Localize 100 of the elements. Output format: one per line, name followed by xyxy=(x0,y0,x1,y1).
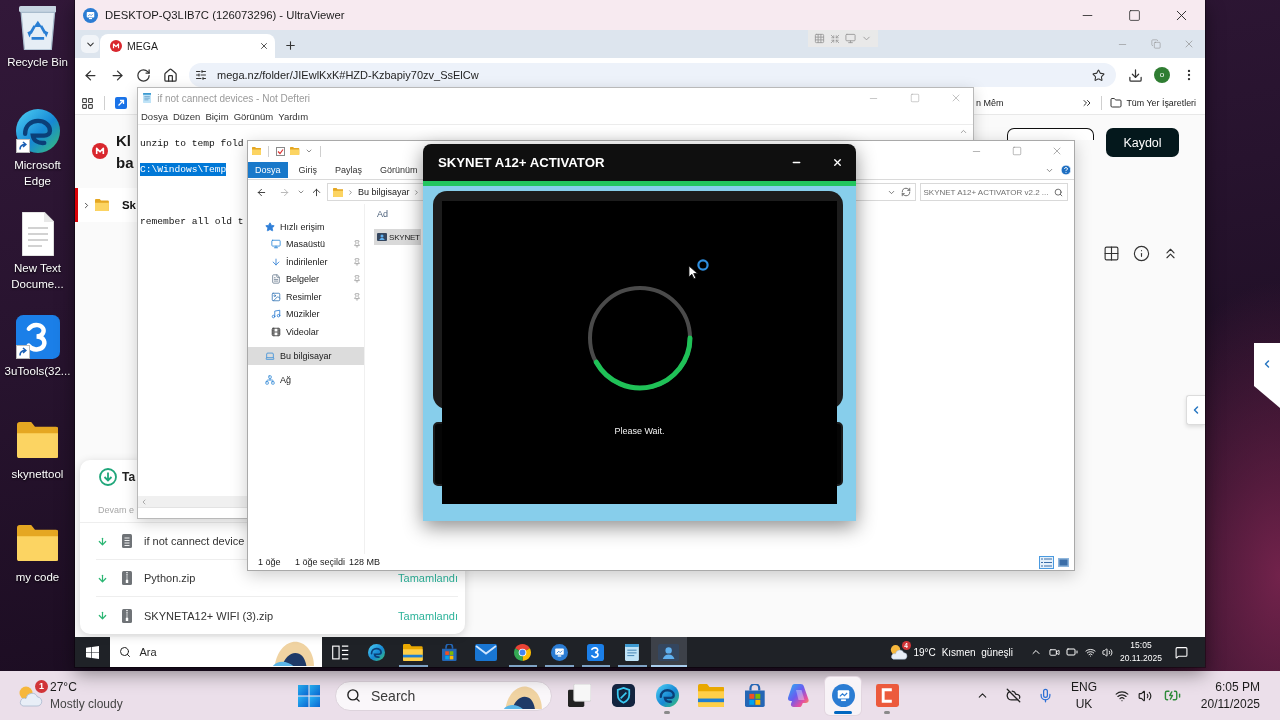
envelope-icon xyxy=(475,643,498,661)
download-arrow-icon xyxy=(271,256,281,267)
forward-icon[interactable] xyxy=(109,67,125,83)
reload-icon[interactable] xyxy=(136,67,151,83)
menu-item[interactable]: Yardım xyxy=(278,110,309,122)
plus-icon[interactable] xyxy=(284,39,297,52)
download-icon[interactable] xyxy=(1127,67,1143,83)
nav-item[interactable]: Ağ xyxy=(248,371,364,389)
nav-item[interactable]: İndirilenler xyxy=(248,253,364,271)
menu-item[interactable]: Biçim xyxy=(205,110,229,122)
home-icon[interactable] xyxy=(162,67,178,83)
caret-down-icon[interactable] xyxy=(304,147,313,155)
monitor-circle-icon xyxy=(550,643,568,661)
battery-icon[interactable] xyxy=(1066,646,1078,658)
recycle-bin-icon xyxy=(18,6,57,50)
stacked-squares-icon xyxy=(567,684,591,707)
bookmark-item[interactable]: n Mêm xyxy=(976,98,1004,108)
folder-icon xyxy=(252,147,262,155)
nav-item[interactable]: Resimler xyxy=(248,288,364,306)
zip-file-icon xyxy=(122,571,132,585)
clock[interactable]: 15:05 20.11.2025 xyxy=(1120,637,1162,667)
search-field[interactable]: SKYNET A12+ ACTIVATOR v2.2 ... xyxy=(919,183,1068,201)
view-button[interactable] xyxy=(1039,555,1054,569)
folder-icon xyxy=(95,199,109,211)
close-icon[interactable] xyxy=(831,157,843,168)
volume-icon[interactable] xyxy=(1138,688,1152,703)
cloud-off-icon[interactable] xyxy=(1006,688,1021,703)
menu-item[interactable]: Düzen xyxy=(172,110,201,122)
ribbon-tab[interactable]: Dosya xyxy=(248,162,288,178)
caret-down-icon[interactable] xyxy=(297,188,305,196)
checkbox-icon[interactable] xyxy=(276,146,286,156)
breadcrumb-item[interactable]: Bu bilgisayar xyxy=(357,187,410,197)
folder-icon xyxy=(332,187,343,197)
microphone-icon[interactable] xyxy=(1037,688,1053,703)
desktop-shortcut[interactable]: 3uTools(32... xyxy=(0,309,75,412)
desktop-shortcut[interactable]: New Text Docume... xyxy=(0,206,75,309)
menu-item[interactable]: Dosya xyxy=(141,110,168,122)
refresh-icon[interactable] xyxy=(900,187,911,197)
back-icon[interactable] xyxy=(255,186,267,198)
start-icon[interactable] xyxy=(298,684,320,707)
desktop-shortcut[interactable]: Recycle Bin xyxy=(0,0,75,103)
signup-button[interactable]: Kaydol xyxy=(1106,128,1179,157)
apps-icon[interactable] xyxy=(81,96,94,110)
ribbon-tab[interactable]: Paylaş xyxy=(328,162,370,178)
download-arrow-icon xyxy=(97,610,108,621)
help-icon[interactable] xyxy=(1060,164,1072,176)
ribbon-tab[interactable]: Giriş xyxy=(291,162,324,178)
login-button[interactable] xyxy=(1007,128,1094,140)
arrow-tile-icon[interactable] xyxy=(115,97,127,109)
wifi-icon[interactable] xyxy=(1115,688,1129,703)
laptop-icon xyxy=(265,350,275,361)
maximize-icon[interactable] xyxy=(1128,8,1141,22)
film-icon xyxy=(271,326,281,337)
nav-item[interactable]: Belgeler xyxy=(248,270,364,288)
sliders-icon[interactable] xyxy=(195,69,207,81)
download-status: Tamamlandı xyxy=(398,572,458,584)
tab-list-button[interactable] xyxy=(81,35,99,53)
notepad-icon xyxy=(143,93,152,103)
star-icon xyxy=(265,221,275,232)
search-field[interactable]: Search xyxy=(335,680,552,711)
column-header[interactable]: Ad xyxy=(373,204,392,224)
profile-button[interactable]: o xyxy=(1154,67,1170,83)
up-icon[interactable] xyxy=(310,186,322,198)
nav-item[interactable]: Masaüstü xyxy=(248,235,364,253)
volume-icon[interactable] xyxy=(1101,646,1113,658)
nav-item[interactable]: Müzikler xyxy=(248,305,364,323)
selection-size: 128 MB xyxy=(349,557,381,567)
menu-item[interactable]: Görünüm xyxy=(233,110,274,122)
star-icon[interactable] xyxy=(1092,68,1105,82)
notification-icon[interactable] xyxy=(1174,645,1188,659)
large-icons-view-icon xyxy=(1058,557,1069,567)
grid-view-icon[interactable] xyxy=(1103,245,1120,262)
language-indicator[interactable]: ENG UK xyxy=(1066,678,1102,713)
back-icon[interactable] xyxy=(83,67,98,83)
shield-icon xyxy=(611,684,635,707)
taskbar-app[interactable] xyxy=(650,637,687,667)
partly-cloudy-icon xyxy=(888,644,908,660)
view-button[interactable] xyxy=(1056,555,1071,569)
start-icon[interactable] xyxy=(85,645,99,659)
file-name: Python.zip xyxy=(144,572,196,584)
search-field[interactable]: Ara xyxy=(110,637,322,667)
all-bookmarks-button[interactable]: Tüm Yer İşaretleri xyxy=(1110,97,1196,109)
clock[interactable]: 6:05 PM 20/11/2025 xyxy=(1195,678,1260,713)
address-bar[interactable]: mega.nz/folder/JIEwlKxK#HZD-Kzbapiy70zv_SsElCw xyxy=(189,63,1116,87)
wifi-icon[interactable] xyxy=(1084,646,1096,658)
desktop-shortcut[interactable]: Microsoft Edge xyxy=(0,103,75,206)
weather-widget[interactable]: 1 27°C Mostly cloudy xyxy=(17,678,123,713)
folder-row[interactable]: Sk xyxy=(75,188,137,222)
nav-item[interactable]: Bu bilgisayar xyxy=(248,347,364,365)
side-panel-tab[interactable] xyxy=(1254,343,1280,408)
nav-item[interactable]: Hızlı erişim xyxy=(248,218,364,236)
browser-tab[interactable]: MEGA xyxy=(100,34,275,58)
ribbon-tab[interactable]: Görünüm xyxy=(373,162,425,178)
desktop-shortcut[interactable]: my code xyxy=(0,515,75,618)
file-item[interactable]: SKYNET xyxy=(374,229,421,245)
nav-item[interactable]: Videolar xyxy=(248,323,364,341)
video-camera-icon[interactable] xyxy=(1048,646,1060,658)
info-icon[interactable] xyxy=(1132,245,1150,262)
close-icon[interactable] xyxy=(259,41,269,51)
desktop-shortcut[interactable]: skynettool xyxy=(0,412,75,515)
